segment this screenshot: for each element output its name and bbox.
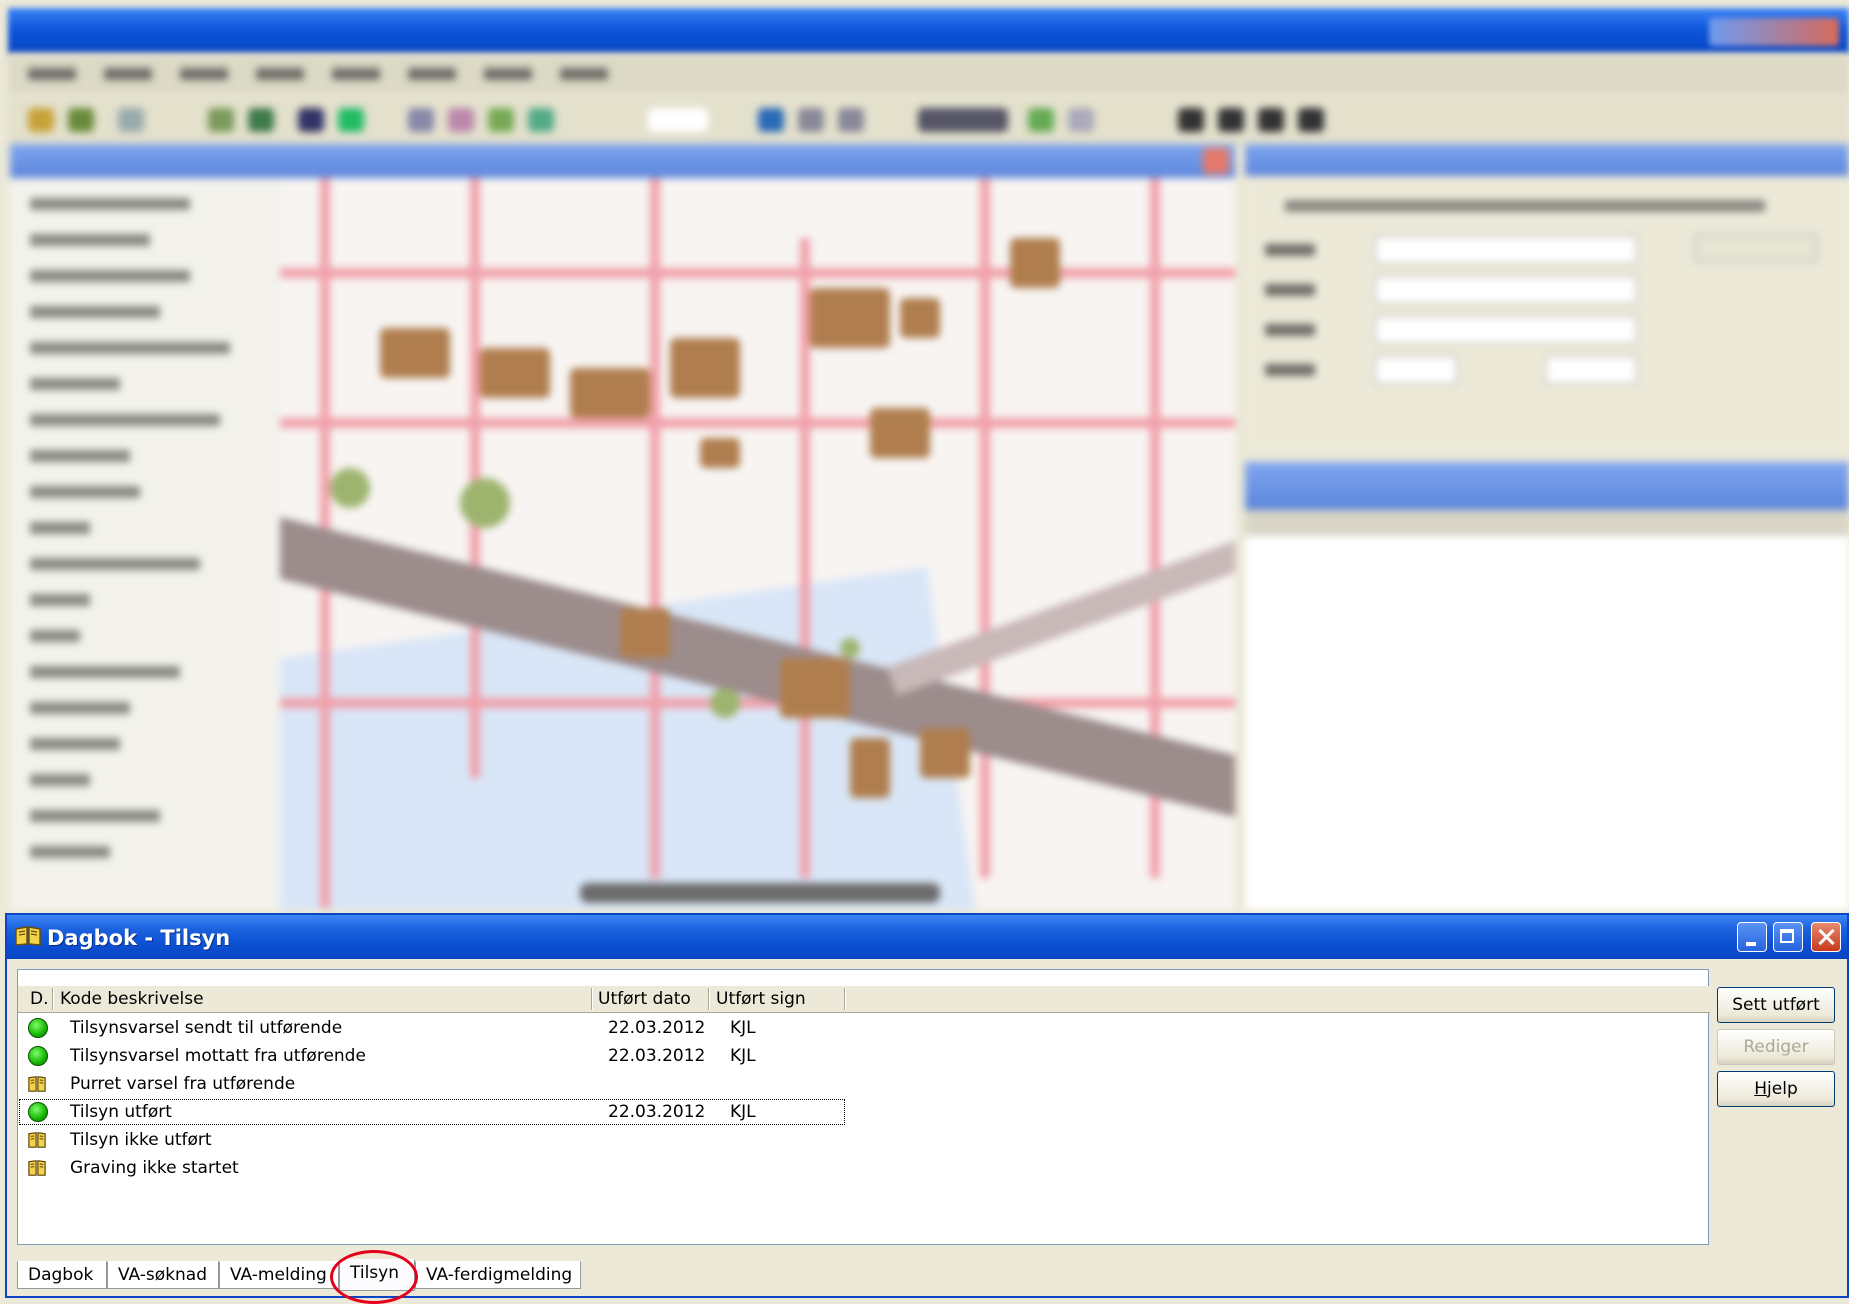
column-header-kode[interactable]: Kode beskrivelse [60, 989, 204, 1009]
background-menubar [8, 54, 1849, 96]
tab-va-ferdigmelding[interactable]: VA-ferdigmelding [415, 1261, 581, 1289]
table-row[interactable]: Tilsynsvarsel sendt til utførende 22.03.… [18, 1014, 1710, 1042]
book-icon [28, 1131, 46, 1149]
table-row[interactable]: Tilsynsvarsel mottatt fra utførende 22.0… [18, 1042, 1710, 1070]
background-window-controls [1709, 18, 1839, 46]
green-circle-icon [28, 1046, 48, 1066]
book-icon [28, 1159, 46, 1177]
background-layer-list [10, 178, 280, 910]
tab-tilsyn[interactable]: Tilsyn [339, 1259, 415, 1291]
table-row[interactable]: Purret varsel fra utførende [18, 1070, 1710, 1098]
background-map-window [10, 144, 1235, 910]
tab-va-soknad[interactable]: VA-søknad [107, 1261, 219, 1289]
background-app-titlebar [8, 8, 1849, 54]
list-header: D. Kode beskrivelse Utført dato Utført s… [18, 986, 1710, 1013]
rediger-button[interactable]: Rediger [1717, 1029, 1835, 1065]
column-header-dato[interactable]: Utført dato [598, 989, 691, 1009]
green-circle-icon [28, 1102, 48, 1122]
column-header-sign[interactable]: Utført sign [716, 989, 806, 1009]
minimize-button[interactable] [1737, 922, 1767, 952]
book-icon [28, 1075, 46, 1093]
close-button[interactable] [1811, 922, 1841, 952]
background-result-panel [1245, 462, 1849, 910]
tab-dagbok[interactable]: Dagbok [17, 1261, 107, 1289]
green-circle-icon [28, 1018, 48, 1038]
table-row[interactable]: Graving ikke startet [18, 1154, 1710, 1182]
tab-va-melding[interactable]: VA-melding [219, 1261, 339, 1289]
background-map-canvas [280, 178, 1235, 910]
window-title: Dagbok - Tilsyn [47, 926, 230, 950]
hjelp-button[interactable]: Hjelp [1717, 1071, 1835, 1107]
book-icon [15, 926, 41, 946]
table-row[interactable]: Tilsyn utført 22.03.2012 KJL [18, 1098, 846, 1126]
background-toolbar [8, 96, 1849, 148]
table-row[interactable]: Tilsyn ikke utført [18, 1126, 1710, 1154]
maximize-button[interactable] [1773, 922, 1803, 952]
code-list[interactable]: D. Kode beskrivelse Utført dato Utført s… [17, 969, 1709, 1245]
window-titlebar[interactable]: Dagbok - Tilsyn [7, 915, 1847, 959]
sett-utfort-button[interactable]: Sett utført [1717, 987, 1835, 1023]
background-search-panel [1245, 144, 1849, 450]
dagbok-window: Dagbok - Tilsyn D. Kode beskrivelse Utfø… [5, 913, 1849, 1298]
column-header-d[interactable]: D. [30, 989, 49, 1009]
